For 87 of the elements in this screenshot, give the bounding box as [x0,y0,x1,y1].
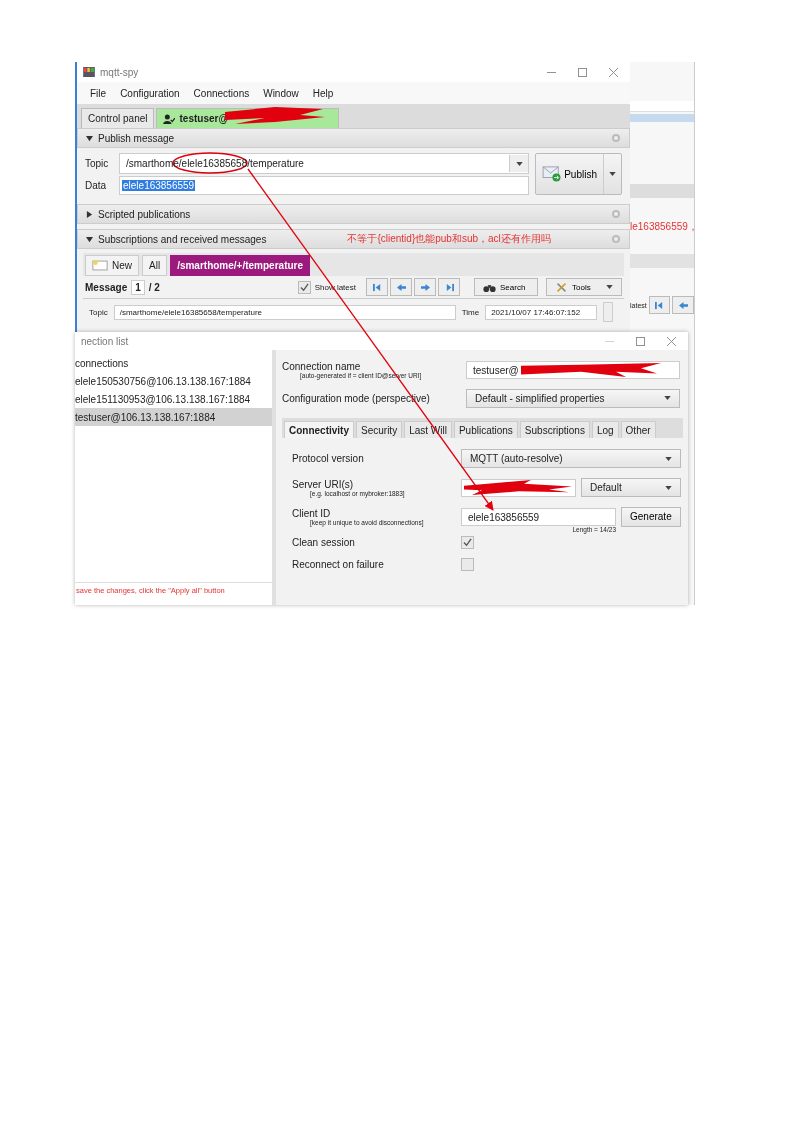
previous-message-button[interactable] [672,296,694,314]
expand-toggle-icon[interactable] [86,210,93,218]
menu-item[interactable]: Configuration [113,85,187,101]
connection-item[interactable]: elele150530756@106.13.138.167:1884 [75,372,272,390]
settings-tab[interactable]: Connectivity [284,421,354,438]
collapse-toggle-icon[interactable] [86,235,93,243]
generate-button[interactable]: Generate [621,506,681,527]
topic-label: Topic [89,307,108,317]
user-icon [163,113,176,124]
configuration-mode-dropdown[interactable]: Default - simplified properties [466,388,680,408]
arrow-right-icon [419,282,431,292]
message-time-field[interactable]: 2021/10/07 17:46:07:152 [485,304,598,320]
menu-item[interactable]: Help [305,85,341,101]
client-id-field[interactable]: elele163856559 [461,508,616,526]
settings-tab[interactable]: Other [620,421,656,438]
dropdown-caret-icon [665,485,672,490]
connection-item[interactable]: testuser@106.13.138.167:1884 [75,408,272,426]
topic-label: Topic [85,158,110,169]
data-field[interactable]: elele163856559 [119,176,530,195]
app-logo-icon [83,67,95,77]
dropdown-caret-icon[interactable] [515,161,523,166]
subscription-tab[interactable]: All [142,255,168,276]
time-label: Time [461,307,480,317]
subscription-tab[interactable]: New [85,255,139,276]
previous-message-button[interactable] [390,278,412,296]
next-message-button[interactable] [414,278,436,296]
scrollbar[interactable] [603,302,614,322]
settings-tab[interactable]: Publications [453,421,518,438]
connection-tab[interactable]: Control panel [81,108,155,128]
menu-item[interactable]: Window [256,85,306,101]
first-message-button[interactable] [366,278,388,296]
server-uri-label: Server URI(s) [292,478,355,490]
new-page-icon [92,260,108,271]
first-message-button[interactable] [648,296,671,314]
close-icon[interactable] [667,336,676,346]
clean-session-label: Clean session [292,536,356,548]
connection-item[interactable]: elele151130953@106.13.138.167:1884 [75,390,272,408]
arrow-left-icon [677,300,689,310]
data-label: Data [85,180,108,191]
maximize-icon[interactable] [636,336,645,346]
wrench-screwdriver-icon [555,281,568,293]
protocol-version-label: Protocol version [292,453,365,464]
protocol-version-dropdown[interactable]: MQTT (auto-resolve) [461,449,681,468]
tools-button[interactable]: Tools [546,278,622,296]
message-total: / 2 [148,281,160,293]
reconnect-label: Reconnect on failure [292,558,385,570]
subscription-tab[interactable]: /smarthome/+/temperature [170,255,311,276]
search-button[interactable]: Search [474,278,538,296]
clean-session-checkbox[interactable] [461,535,474,549]
maximize-icon[interactable] [578,67,587,77]
settings-tab[interactable]: Log [591,421,619,438]
annotation-note: 不等于{clientid}也能pub和sub，acl还有作用吗 [347,232,551,246]
menu-item[interactable]: Connections [186,85,257,101]
message-index-field[interactable]: 1 [131,279,145,295]
panel-bar [630,184,694,198]
connection-name-field[interactable]: testuser@ [466,361,680,379]
collapse-toggle-icon[interactable] [86,134,93,142]
settings-icon[interactable] [611,133,621,143]
window-title: mqtt-spy [100,66,139,78]
skip-back-icon [371,282,383,292]
last-message-button[interactable] [438,278,460,296]
close-icon[interactable] [609,67,618,77]
client-id-label: Client ID [292,507,332,519]
section-header[interactable]: Scripted publications [77,204,630,224]
section-header[interactable]: Subscriptions and received messages 不等于{clientid}也能pub和sub，acl还有作用吗 [77,229,630,249]
dropdown-caret-icon [664,396,671,400]
settings-icon[interactable] [611,234,621,244]
server-mode-dropdown[interactable]: Default [581,478,681,497]
message-topic-field[interactable]: /smarthome/elele16385658/temperature [113,304,456,320]
section-header[interactable]: Publish message [77,128,630,148]
reconnect-checkbox[interactable] [461,557,474,571]
envelope-icon [542,166,563,182]
settings-icon[interactable] [611,209,621,219]
dropdown-caret-icon [665,456,672,461]
connection-name-label: Connection name [282,361,362,372]
dropdown-caret-icon [606,285,613,289]
settings-tab[interactable]: Subscriptions [519,421,590,438]
menu-item[interactable]: File [83,85,114,101]
arrow-left-icon [395,282,407,292]
dropdown-caret-icon [609,172,616,176]
window-title: nection list [81,335,129,347]
show-latest-checkbox[interactable] [297,280,311,294]
message-label: Message [85,281,128,293]
annotation-note: le163856559， [630,220,694,234]
settings-tab[interactable]: Security [356,421,403,438]
tree-item[interactable]: connections [75,354,272,372]
panel-bar [630,254,694,268]
